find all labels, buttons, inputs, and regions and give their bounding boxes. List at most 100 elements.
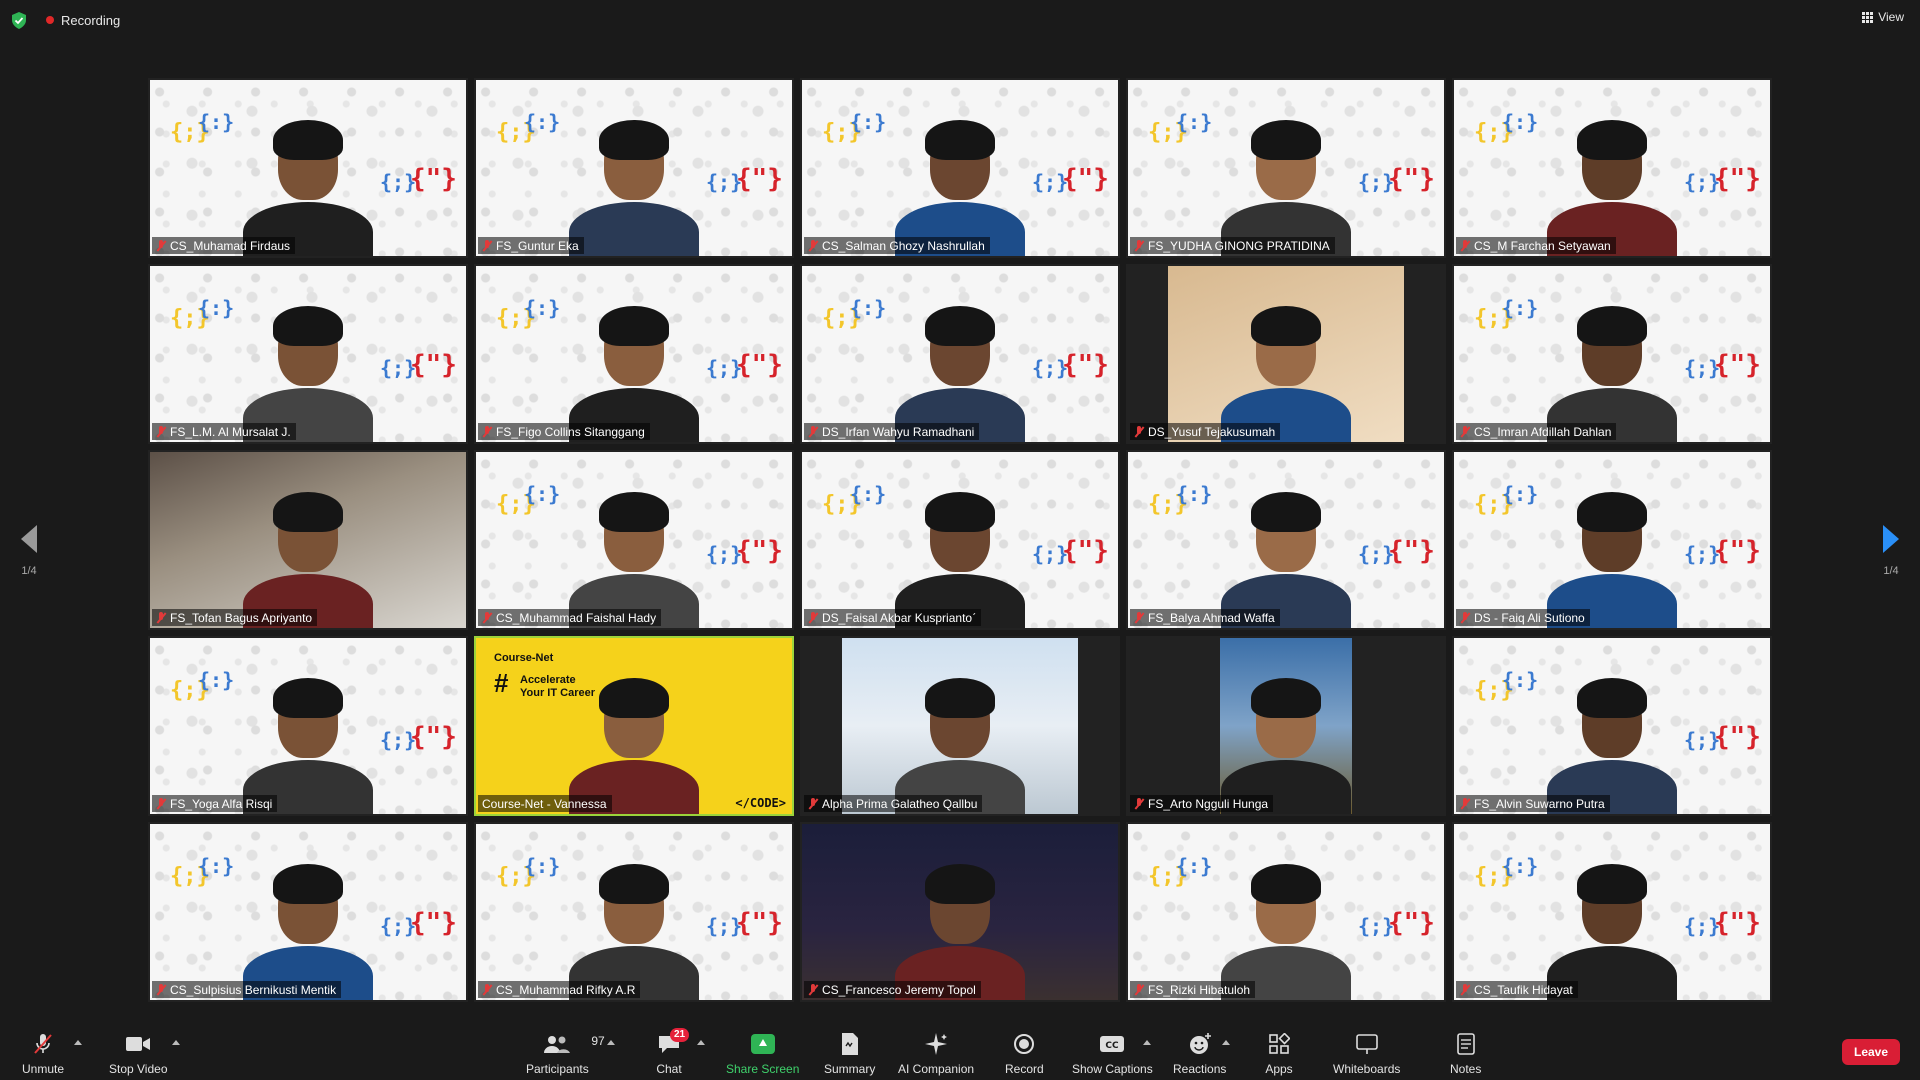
decorative-brace-icon: {"} (410, 350, 457, 380)
view-button[interactable]: View (1862, 10, 1904, 24)
participant-tile[interactable]: FS_Tofan Bagus Apriyanto (148, 450, 468, 630)
participant-figure (1547, 106, 1677, 256)
reactions-options-caret-icon[interactable] (1222, 1040, 1230, 1045)
participant-figure (895, 664, 1025, 814)
decorative-brace-icon: {:} (198, 854, 235, 878)
chat-options-caret-icon[interactable] (697, 1040, 705, 1045)
whiteboards-button[interactable]: Whiteboards (1333, 1032, 1400, 1076)
participant-tile[interactable]: {;} {:} {;} {"} CS_Muhammad Faishal Hady (474, 450, 794, 630)
participant-tile[interactable]: {;} {:} {;} {"} DS - Faiq Ali Sutiono (1452, 450, 1772, 630)
decorative-brace-icon: {:} (198, 668, 235, 692)
ai-companion-label: AI Companion (898, 1062, 975, 1076)
participant-tile[interactable]: {;} {:} {;} {"} FS_Yoga Alfa Risqi (148, 636, 468, 816)
reactions-label: Reactions (1173, 1062, 1227, 1076)
microphone-muted-icon (156, 611, 166, 624)
participant-tile[interactable]: {;} {:} {;} {"} FS_Balya Ahmad Waffa (1126, 450, 1446, 630)
participant-tile[interactable]: Alpha Prima Galatheo Qallbu (800, 636, 1120, 816)
participant-tile[interactable]: {;} {:} {;} {"} CS_Imran Afdillah Dahlan (1452, 264, 1772, 444)
share-screen-button[interactable]: Share Screen (726, 1032, 799, 1076)
participant-name-label: CS_Muhammad Rifky A.R (478, 981, 641, 998)
microphone-muted-icon (156, 239, 166, 252)
participant-video: Course-Net # Accelerate Your IT Career </COD… (476, 638, 792, 814)
shield-icon[interactable] (11, 12, 27, 29)
arrow-left-icon[interactable] (21, 525, 37, 553)
participants-button[interactable]: 97 Participants (526, 1032, 605, 1076)
participant-tile[interactable]: DS_Yusuf Tejakusumah (1126, 264, 1446, 444)
notes-button[interactable]: Notes (1450, 1032, 1481, 1076)
participant-tile[interactable]: {;} {:} {;} {"} DS_Irfan Wahyu Ramadhani (800, 264, 1120, 444)
next-page[interactable]: 1/4 (1876, 525, 1906, 577)
microphone-muted-icon (1134, 797, 1144, 810)
participant-name-label: FS_Figo Collins Sitanggang (478, 423, 650, 440)
participant-tile[interactable]: {;} {:} {;} {"} FS_L.M. Al Mursalat J. (148, 264, 468, 444)
participant-tile[interactable]: Course-Net # Accelerate Your IT Career </COD… (474, 636, 794, 816)
participant-tile[interactable]: {;} {:} {;} {"} CS_Salman Ghozy Nashrullah (800, 78, 1120, 258)
participant-name: CS_Muhammad Faishal Hady (496, 610, 657, 625)
decorative-brace-icon: {:} (198, 110, 235, 134)
code-badge: </CODE> (735, 796, 786, 810)
participant-figure (1547, 478, 1677, 628)
participant-tile[interactable]: {;} {:} {;} {"} CS_Muhamad Firdaus (148, 78, 468, 258)
participant-video: {;} {:} {;} {"} (1454, 452, 1770, 628)
participant-name: CS_Francesco Jeremy Topol (822, 982, 976, 997)
microphone-muted-icon (1134, 611, 1144, 624)
participant-tile[interactable]: {;} {:} {;} {"} FS_Alvin Suwarno Putra (1452, 636, 1772, 816)
decorative-brace-icon: {:} (524, 110, 561, 134)
stop-video-button[interactable]: Stop Video (109, 1032, 168, 1076)
notes-icon (1452, 1032, 1480, 1056)
participant-name: DS_Irfan Wahyu Ramadhani (822, 424, 975, 439)
participant-tile[interactable]: {;} {:} {;} {"} FS_Figo Collins Sitanggang (474, 264, 794, 444)
meeting-toolbar: Unmute Stop Video 97 Participants 21 Cha… (0, 1020, 1920, 1080)
captions-options-caret-icon[interactable] (1143, 1040, 1151, 1045)
ai-companion-button[interactable]: AI Companion (898, 1032, 974, 1076)
participant-tile[interactable]: {;} {:} {;} {"} FS_YUDHA GINONG PRATIDINA (1126, 78, 1446, 258)
participant-tile[interactable]: {;} {:} {;} {"} CS_M Farchan Setyawan (1452, 78, 1772, 258)
view-label: View (1878, 10, 1904, 24)
unmute-button[interactable]: Unmute (22, 1032, 64, 1076)
microphone-muted-icon (482, 611, 492, 624)
participant-tile[interactable]: {;} {:} {;} {"} CS_Muhammad Rifky A.R (474, 822, 794, 1002)
participant-tile[interactable]: CS_Francesco Jeremy Topol (800, 822, 1120, 1002)
show-captions-button[interactable]: CC Show Captions (1072, 1032, 1153, 1076)
participant-tile[interactable]: {;} {:} {;} {"} DS_Faisal Akbar Kuspriantoˊ (800, 450, 1120, 630)
participant-name: FS_Balya Ahmad Waffa (1148, 610, 1275, 625)
participant-name-label: CS_Muhammad Faishal Hady (478, 609, 662, 626)
arrow-right-icon[interactable] (1883, 525, 1899, 553)
reactions-button[interactable]: Reactions (1173, 1032, 1226, 1076)
participant-figure (1221, 478, 1351, 628)
participants-options-caret-icon[interactable] (607, 1040, 615, 1045)
chat-button[interactable]: 21 Chat (655, 1028, 690, 1076)
participant-name: FS_L.M. Al Mursalat J. (170, 424, 291, 439)
record-button[interactable]: Record (1005, 1032, 1044, 1076)
decorative-brace-icon: {:} (1176, 110, 1213, 134)
participant-tile[interactable]: {;} {:} {;} {"} FS_Rizki Hibatuloh (1126, 822, 1446, 1002)
summary-button[interactable]: Summary (824, 1032, 875, 1076)
unmute-label: Unmute (22, 1062, 65, 1076)
participant-name-label: CS_Salman Ghozy Nashrullah (804, 237, 990, 254)
participant-name-label: FS_Arto Ngguli Hunga (1130, 795, 1274, 812)
participant-tile[interactable]: {;} {:} {;} {"} CS_Taufik Hidayat (1452, 822, 1772, 1002)
apps-button[interactable]: Apps (1265, 1032, 1293, 1076)
participant-tile[interactable]: {;} {:} {;} {"} FS_Guntur Eka (474, 78, 794, 258)
leave-button[interactable]: Leave (1842, 1039, 1900, 1065)
microphone-muted-icon (1460, 983, 1470, 996)
audio-options-caret-icon[interactable] (74, 1040, 82, 1045)
participant-video (1168, 266, 1404, 442)
participant-name-label: DS_Irfan Wahyu Ramadhani (804, 423, 980, 440)
previous-page[interactable]: 1/4 (14, 525, 44, 577)
microphone-muted-icon (1460, 239, 1470, 252)
microphone-muted-icon (482, 425, 492, 438)
participant-figure (895, 478, 1025, 628)
decorative-brace-icon: {"} (1062, 164, 1109, 194)
participant-tile[interactable]: FS_Arto Ngguli Hunga (1126, 636, 1446, 816)
participant-video: {;} {:} {;} {"} (150, 824, 466, 1000)
microphone-muted-icon (808, 239, 818, 252)
participant-figure (243, 664, 373, 814)
participant-name: CS_Muhamad Firdaus (170, 238, 291, 253)
participant-tile[interactable]: {;} {:} {;} {"} CS_Sulpisius Bernikusti Ment… (148, 822, 468, 1002)
participant-name-label: CS_Sulpisius Bernikusti Mentik (152, 981, 342, 998)
microphone-muted-icon (1460, 611, 1470, 624)
participant-name-label: FS_YUDHA GINONG PRATIDINA (1130, 237, 1335, 254)
recording-indicator[interactable]: Recording (38, 9, 128, 31)
video-options-caret-icon[interactable] (172, 1040, 180, 1045)
